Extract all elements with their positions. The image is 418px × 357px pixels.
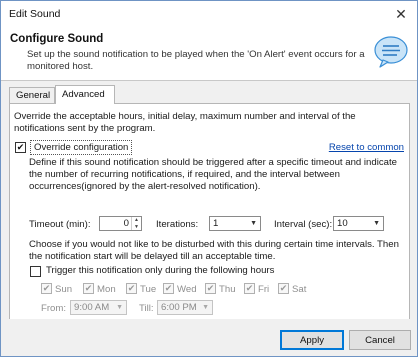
- checkmark-icon: ✔: [206, 283, 215, 293]
- day-checkbox[interactable]: ✔: [126, 283, 137, 294]
- checkmark-icon: ✔: [279, 283, 288, 293]
- day-checkbox[interactable]: ✔: [205, 283, 216, 294]
- day-label: Sat: [292, 284, 307, 296]
- interval-value: 10: [337, 218, 348, 229]
- iterations-label: Iterations:: [156, 219, 199, 230]
- day-checkbox[interactable]: ✔: [41, 283, 52, 294]
- day-label: Wed: [177, 284, 197, 296]
- day-fri[interactable]: ✔ Fri: [244, 283, 270, 296]
- override-description: Define if this sound notification should…: [29, 157, 397, 192]
- day-checkbox[interactable]: ✔: [163, 283, 174, 294]
- till-label: Till:: [139, 303, 154, 314]
- from-label: From:: [41, 303, 67, 314]
- window-title: Edit Sound: [9, 8, 61, 20]
- chevron-down-icon: ▼: [373, 220, 380, 227]
- checkmark-icon: ✔: [42, 283, 51, 293]
- header-title: Configure Sound: [10, 33, 104, 45]
- speech-bubble-icon: [374, 36, 408, 68]
- till-time-select[interactable]: 6:00 PM ▼: [157, 300, 213, 315]
- trigger-hours-label[interactable]: Trigger this notification only during th…: [46, 265, 274, 276]
- day-label: Tue: [140, 284, 157, 296]
- timeout-spin-arrows[interactable]: ▲ ▼: [131, 217, 141, 230]
- interval-select[interactable]: 10 ▼: [333, 216, 384, 231]
- day-checkbox[interactable]: ✔: [83, 283, 94, 294]
- spin-down-icon[interactable]: ▼: [132, 224, 141, 231]
- from-time-value: 9:00 AM: [74, 302, 110, 313]
- day-mon[interactable]: ✔ Mon: [83, 283, 116, 296]
- day-sat[interactable]: ✔ Sat: [278, 283, 307, 296]
- checkmark-icon: ✔: [164, 283, 173, 293]
- chevron-down-icon: ▼: [250, 220, 257, 227]
- dialog-body: General Advanced Override the acceptable…: [1, 81, 417, 333]
- title-bar: Edit Sound ✕: [1, 1, 417, 27]
- trigger-hours-checkbox[interactable]: [30, 266, 41, 277]
- checkmark-icon: ✔: [84, 283, 93, 293]
- checkmark-icon: ✔: [16, 142, 25, 152]
- cancel-button[interactable]: Cancel: [349, 330, 411, 350]
- override-configuration-label[interactable]: Override configuration: [30, 140, 133, 155]
- chevron-down-icon: ▼: [202, 304, 209, 311]
- iterations-select[interactable]: 1 ▼: [209, 216, 261, 231]
- till-time-value: 6:00 PM: [161, 302, 197, 313]
- override-configuration-checkbox[interactable]: ✔: [15, 142, 26, 153]
- checkmark-icon: ✔: [245, 283, 254, 293]
- timeout-spinner[interactable]: 0 ▲ ▼: [99, 216, 142, 231]
- timeout-value: 0: [123, 218, 129, 229]
- advanced-panel: Override the acceptable hours, initial d…: [9, 103, 410, 333]
- day-label: Thu: [219, 284, 236, 296]
- day-label: Mon: [97, 284, 116, 296]
- tab-general[interactable]: General: [9, 87, 55, 103]
- day-tue[interactable]: ✔ Tue: [126, 283, 157, 296]
- timeout-label: Timeout (min):: [29, 219, 91, 230]
- checkmark-icon: ✔: [127, 283, 136, 293]
- time-interval-description: Choose if you would not like to be distu…: [29, 239, 399, 262]
- interval-label: Interval (sec):: [274, 219, 333, 230]
- day-checkbox[interactable]: ✔: [244, 283, 255, 294]
- dialog-footer: Apply Cancel: [1, 319, 417, 356]
- advanced-intro-text: Override the acceptable hours, initial d…: [14, 111, 356, 134]
- day-label: Fri: [258, 284, 270, 296]
- dialog-header: Configure Sound Set up the sound notific…: [1, 27, 417, 81]
- apply-button[interactable]: Apply: [280, 330, 344, 350]
- close-icon: ✕: [395, 5, 407, 22]
- chevron-down-icon: ▼: [116, 304, 123, 311]
- day-thu[interactable]: ✔ Thu: [205, 283, 236, 296]
- tab-advanced[interactable]: Advanced: [55, 85, 115, 104]
- day-label: Sun: [55, 284, 73, 296]
- day-sun[interactable]: ✔ Sun: [41, 283, 73, 296]
- day-wed[interactable]: ✔ Wed: [163, 283, 197, 296]
- close-button[interactable]: ✕: [389, 4, 413, 24]
- day-checkbox[interactable]: ✔: [278, 283, 289, 294]
- reset-to-common-link[interactable]: Reset to common: [329, 142, 404, 153]
- header-description: Set up the sound notification to be play…: [27, 49, 365, 72]
- edit-sound-dialog: Edit Sound ✕ Configure Sound Set up the …: [0, 0, 418, 357]
- iterations-value: 1: [213, 218, 219, 229]
- from-time-select[interactable]: 9:00 AM ▼: [70, 300, 127, 315]
